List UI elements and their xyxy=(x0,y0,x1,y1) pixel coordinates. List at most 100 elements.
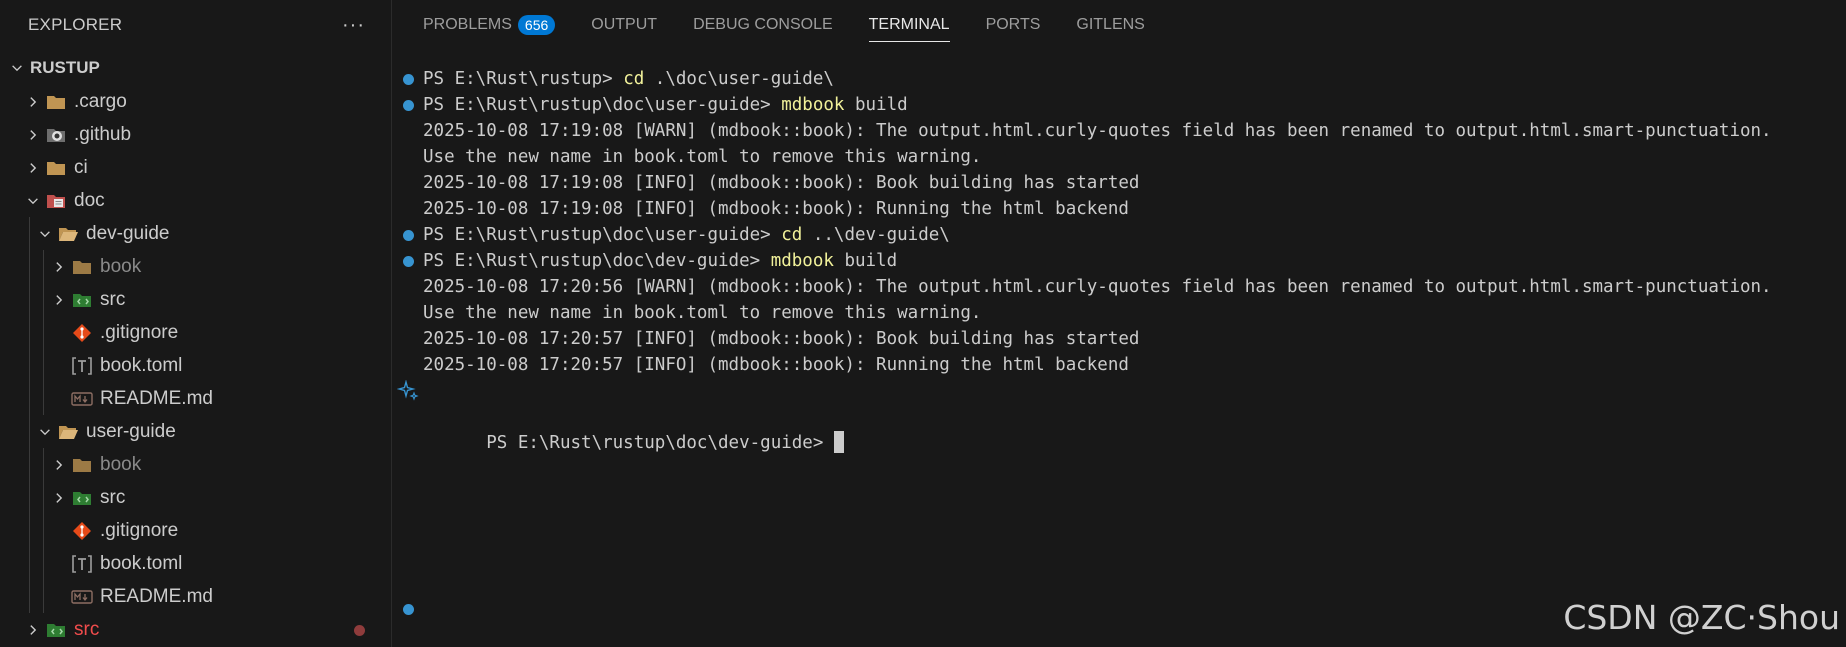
indent-guide xyxy=(29,349,30,382)
tree-item-user-guide-book[interactable]: book xyxy=(0,448,391,481)
command-args: ..\dev-guide\ xyxy=(802,225,950,245)
tree-item-user-guide[interactable]: user-guide xyxy=(0,415,391,448)
tree-item-label: README.md xyxy=(100,585,213,607)
command-decoration-icon[interactable] xyxy=(403,230,414,241)
git-icon xyxy=(70,520,94,542)
indent-guide xyxy=(43,382,44,415)
prompt: PS E:\Rust\rustup\doc\dev-guide> xyxy=(423,251,771,271)
terminal-cursor xyxy=(833,431,844,453)
tab-terminal[interactable]: TERMINAL xyxy=(868,0,950,50)
prompt: PS E:\Rust\rustup> xyxy=(423,69,624,89)
tree-item-label: src xyxy=(100,486,126,508)
explorer-header: EXPLORER ··· xyxy=(0,0,391,50)
chevron-right-icon xyxy=(48,454,70,476)
tree-item-label: .gitignore xyxy=(100,519,179,541)
prompt: PS E:\Rust\rustup\doc\user-guide> xyxy=(423,95,782,115)
indent-guide xyxy=(29,283,30,316)
chevron-down-icon xyxy=(34,223,56,245)
tree-item-dev-guide-book[interactable]: book xyxy=(0,250,391,283)
tree-item-user-guide-book-toml[interactable]: book.toml xyxy=(0,547,391,580)
tab-problems[interactable]: PROBLEMS 656 xyxy=(423,0,556,50)
tab-label: DEBUG CONSOLE xyxy=(693,16,833,33)
tree-item-dev-guide-book-toml[interactable]: book.toml xyxy=(0,349,391,382)
terminal-line: 2025-10-08 17:20:57 [INFO] (mdbook::book… xyxy=(423,355,1129,375)
indent-guide xyxy=(29,547,30,580)
chevron-down-icon xyxy=(6,57,28,79)
tree-item-user-guide-readme[interactable]: README.md xyxy=(0,580,391,613)
tree-item-dev-guide[interactable]: dev-guide xyxy=(0,217,391,250)
explorer-title: EXPLORER xyxy=(28,15,123,34)
src-folder-icon xyxy=(44,619,68,641)
command-decoration-icon[interactable] xyxy=(403,74,414,85)
tab-output[interactable]: OUTPUT xyxy=(591,0,657,50)
tree-item-doc[interactable]: doc xyxy=(0,184,391,217)
terminal-output[interactable]: PS E:\Rust\rustup> cd .\doc\user-guide\ … xyxy=(393,66,1846,615)
command: mdbook xyxy=(781,95,845,115)
tree-item-label: book xyxy=(100,255,142,277)
tree-item-label: book.toml xyxy=(100,354,183,376)
indent-guide xyxy=(43,481,44,514)
indent-guide xyxy=(29,382,30,415)
tree-item-label: user-guide xyxy=(86,420,176,442)
tab-gitlens[interactable]: GITLENS xyxy=(1076,0,1144,50)
indent-guide xyxy=(29,415,30,448)
tree-item-label: src xyxy=(74,618,100,640)
tree-item-user-guide-gitignore[interactable]: .gitignore xyxy=(0,514,391,547)
folder-open-icon xyxy=(56,421,80,443)
tree-item-dev-guide-src[interactable]: src xyxy=(0,283,391,316)
chevron-right-icon xyxy=(48,487,70,509)
bottom-panel: PROBLEMS 656 OUTPUT DEBUG CONSOLE TERMIN… xyxy=(393,0,1846,647)
github-folder-icon xyxy=(44,124,68,146)
command-args: build xyxy=(833,251,898,271)
folder-icon xyxy=(70,454,94,476)
tab-debug-console[interactable]: DEBUG CONSOLE xyxy=(693,0,833,50)
tree-item-ci[interactable]: ci xyxy=(0,151,391,184)
chevron-right-icon xyxy=(22,124,44,146)
workspace-root[interactable]: RUSTUP xyxy=(0,50,391,85)
tree-item-cargo[interactable]: .cargo xyxy=(0,85,391,118)
tree-item-dev-guide-readme[interactable]: README.md xyxy=(0,382,391,415)
more-actions-icon[interactable]: ··· xyxy=(342,15,365,35)
tree-item-label: .cargo xyxy=(74,90,127,112)
markdown-icon xyxy=(70,388,94,410)
command: cd xyxy=(781,225,803,245)
tab-ports[interactable]: PORTS xyxy=(986,0,1041,50)
terminal-line: Use the new name in book.toml to remove … xyxy=(423,303,982,323)
toml-file-icon xyxy=(70,553,94,575)
command-decoration-icon[interactable] xyxy=(403,100,414,111)
indent-guide xyxy=(43,250,44,283)
sparkle-icon[interactable] xyxy=(397,380,419,402)
command-decoration-icon[interactable] xyxy=(403,256,414,267)
command: mdbook xyxy=(770,251,834,271)
tree-item-src[interactable]: src xyxy=(0,613,391,646)
command-decoration-icon[interactable] xyxy=(403,604,414,615)
tree-item-dev-guide-gitignore[interactable]: .gitignore xyxy=(0,316,391,349)
toml-file-icon xyxy=(70,355,94,377)
tree-item-user-guide-src[interactable]: src xyxy=(0,481,391,514)
tab-label: PORTS xyxy=(985,16,1041,33)
tree-item-label: src xyxy=(100,288,126,310)
indent-guide xyxy=(43,580,44,613)
problems-count-badge: 656 xyxy=(517,15,556,35)
chevron-right-icon xyxy=(22,619,44,641)
prompt: PS E:\Rust\rustup\doc\dev-guide> xyxy=(486,433,834,453)
tab-label: TERMINAL xyxy=(868,16,950,33)
tree-item-label: .github xyxy=(74,123,132,145)
terminal-line: PS E:\Rust\rustup\doc\dev-guide> mdbook … xyxy=(393,248,1846,274)
indent-guide xyxy=(43,514,44,547)
tab-label: PROBLEMS xyxy=(423,16,512,33)
indent-guide xyxy=(43,547,44,580)
explorer-sidebar: EXPLORER ··· RUSTUP .cargo .github ci do… xyxy=(0,0,392,647)
indent-guide xyxy=(29,514,30,547)
tree-item-github[interactable]: .github xyxy=(0,118,391,151)
indent-guide xyxy=(29,481,30,514)
folder-icon xyxy=(44,157,68,179)
indent-guide xyxy=(43,316,44,349)
tree-item-label: .gitignore xyxy=(100,321,179,343)
chevron-right-icon xyxy=(48,256,70,278)
indent-guide xyxy=(29,316,30,349)
indent-guide xyxy=(43,349,44,382)
workspace-root-label: RUSTUP xyxy=(30,57,100,77)
terminal-line: PS E:\Rust\rustup> cd .\doc\user-guide\ xyxy=(393,66,1846,92)
indent-guide xyxy=(29,217,30,250)
